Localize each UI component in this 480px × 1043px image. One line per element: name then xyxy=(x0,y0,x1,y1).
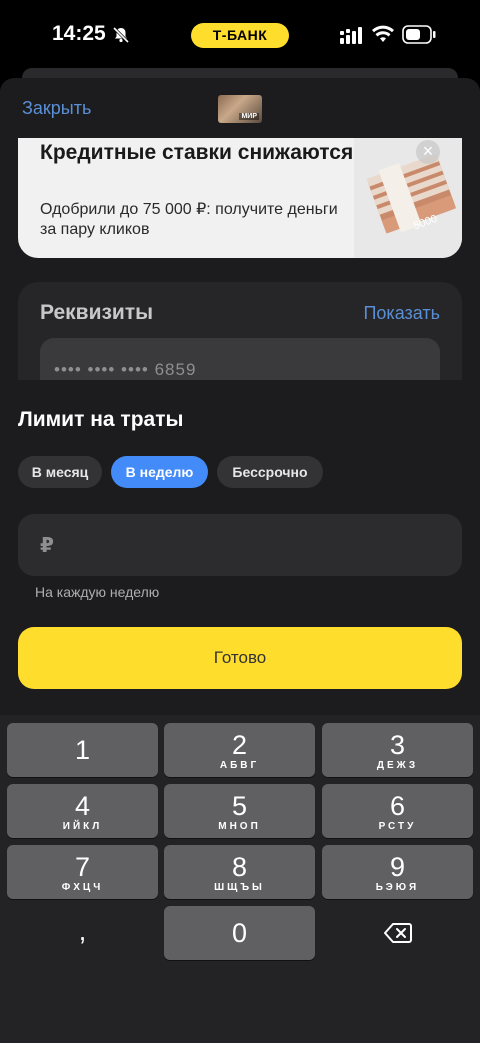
key-9[interactable]: 9 ЬЭЮЯ xyxy=(322,845,473,899)
key-letters: МНОП xyxy=(218,821,261,832)
sheet-title: Лимит на траты xyxy=(18,408,184,431)
key-digit: 6 xyxy=(389,791,406,821)
period-chip-month[interactable]: В месяц xyxy=(18,456,102,488)
bell-off-icon xyxy=(112,26,130,44)
close-button[interactable]: Закрыть xyxy=(22,98,91,119)
promo-banner[interactable]: Кредитные ставки снижаются Одобрили до 7… xyxy=(18,138,462,258)
banknotes-illustration: 5000 xyxy=(354,138,462,258)
currency-symbol: ₽ xyxy=(40,535,54,557)
key-4[interactable]: 4 ИЙКЛ xyxy=(7,784,158,838)
key-0[interactable]: 0 xyxy=(164,906,315,960)
backspace-icon xyxy=(384,923,412,943)
numeric-keyboard: 1 2 АБВГ 3 ДЕЖЗ 4 ИЙКЛ 5 МНОП 6 РСТУ 7 Ф… xyxy=(0,715,480,1043)
key-digit: 8 xyxy=(231,852,248,882)
period-chip-forever[interactable]: Бессрочно xyxy=(217,456,323,488)
limit-amount-input[interactable]: ₽ xyxy=(18,514,462,576)
wifi-icon xyxy=(372,25,394,42)
requisites-title: Реквизиты xyxy=(40,301,154,324)
status-bar: 14:25 Т-БАНК xyxy=(0,0,480,70)
key-digit: 5 xyxy=(231,791,248,821)
key-digit: , xyxy=(78,916,87,946)
carrier-badge: Т-БАНК xyxy=(191,23,289,48)
amount-hint: На каждую неделю xyxy=(35,584,160,600)
limit-sheet: Лимит на траты В месяц В неделю Бессрочн… xyxy=(0,380,480,715)
backspace-key[interactable] xyxy=(322,906,473,960)
done-button[interactable]: Готово xyxy=(18,627,462,689)
key-digit: 7 xyxy=(74,852,91,882)
key-letters: ИЙКЛ xyxy=(62,821,103,832)
card-number: •••• •••• •••• 6859 xyxy=(54,360,197,379)
key-digit: 1 xyxy=(74,735,91,765)
status-time: 14:25 xyxy=(52,22,106,45)
key-digit: 3 xyxy=(389,730,406,760)
key-letters: ФХЦЧ xyxy=(61,882,104,893)
card-thumbnail[interactable]: МИР xyxy=(218,95,262,123)
key-letters: РСТУ xyxy=(378,821,417,832)
show-requisites-button[interactable]: Показать xyxy=(363,303,440,324)
key-6[interactable]: 6 РСТУ xyxy=(322,784,473,838)
signal-icon xyxy=(340,27,362,44)
key-5[interactable]: 5 МНОП xyxy=(164,784,315,838)
battery-icon xyxy=(402,25,436,44)
key-3[interactable]: 3 ДЕЖЗ xyxy=(322,723,473,777)
key-letters: ЬЭЮЯ xyxy=(375,882,420,893)
key-7[interactable]: 7 ФХЦЧ xyxy=(7,845,158,899)
key-comma[interactable]: , xyxy=(7,906,158,960)
key-1[interactable]: 1 xyxy=(7,723,158,777)
key-digit: 0 xyxy=(231,918,248,948)
promo-close-icon[interactable]: × xyxy=(416,140,440,164)
promo-text: Одобрили до 75 000 ₽: получите деньги за… xyxy=(40,201,338,238)
key-8[interactable]: 8 ШЩЪЫ xyxy=(164,845,315,899)
promo-title: Кредитные ставки снижаются xyxy=(40,141,354,164)
mir-logo: МИР xyxy=(239,113,259,120)
key-digit: 9 xyxy=(389,852,406,882)
key-letters: АБВГ xyxy=(219,760,260,771)
period-chip-week[interactable]: В неделю xyxy=(111,456,208,488)
key-digit: 4 xyxy=(74,791,91,821)
key-letters: ДЕЖЗ xyxy=(376,760,419,771)
key-letters: ШЩЪЫ xyxy=(214,882,265,893)
key-digit: 2 xyxy=(231,730,248,760)
key-2[interactable]: 2 АБВГ xyxy=(164,723,315,777)
